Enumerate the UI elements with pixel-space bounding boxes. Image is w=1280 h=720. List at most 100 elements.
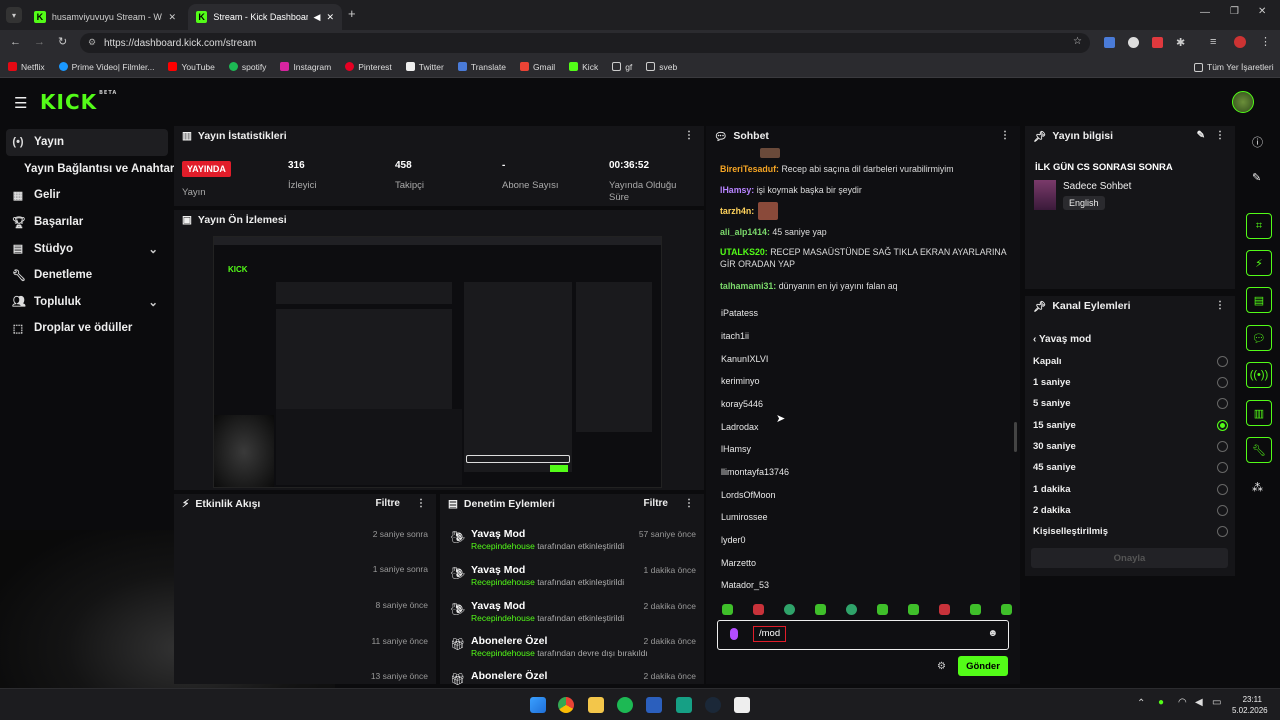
close-window-icon[interactable]: ✕: [1258, 6, 1266, 17]
send-button[interactable]: Gönder: [958, 656, 1008, 676]
app-icon[interactable]: [734, 697, 750, 713]
tab-kick-dashboard[interactable]: K Stream - Kick Dashboard ◀ ✕: [188, 4, 342, 30]
tab-kick-watch[interactable]: K husamviyuvuyu Stream - Watch ✕: [26, 4, 184, 30]
slow-mode-option[interactable]: 30 saniye: [1033, 441, 1228, 452]
emoji-icon[interactable]: ☻: [987, 628, 998, 639]
more-options-icon[interactable]: ⋮: [1215, 130, 1225, 141]
info-icon[interactable]: ⓘ: [1252, 134, 1263, 150]
profile-avatar-icon[interactable]: [1234, 36, 1246, 48]
slow-mode-option[interactable]: 15 saniye: [1033, 420, 1228, 431]
slow-mode-back-button[interactable]: ‹ Yavaş mod: [1033, 334, 1091, 345]
emote-icon[interactable]: [877, 604, 888, 615]
chevron-down-icon[interactable]: ⌄: [148, 295, 158, 309]
broadcast-icon[interactable]: ((•)): [1246, 362, 1272, 388]
sidebar-item-droplar[interactable]: ⬚ Droplar ve ödüller: [0, 315, 170, 342]
slow-mode-option[interactable]: 45 saniye: [1033, 462, 1228, 473]
stream-preview-video[interactable]: KICK: [213, 236, 662, 488]
extension-icon[interactable]: [1152, 37, 1163, 48]
emote-icon[interactable]: [908, 604, 919, 615]
mention-suggestion[interactable]: keriminyo: [721, 376, 760, 386]
more-options-icon[interactable]: ⋮: [684, 130, 694, 141]
slow-mode-option[interactable]: 1 dakika: [1033, 484, 1228, 495]
radio-button[interactable]: [1217, 484, 1228, 495]
sidebar-item-denetleme[interactable]: 🔧︎ Denetleme: [0, 262, 170, 289]
bookmark-youtube[interactable]: YouTube: [168, 62, 215, 72]
emote-icon[interactable]: [1001, 604, 1012, 615]
chevron-down-icon[interactable]: ⌄: [148, 242, 158, 256]
clock[interactable]: 23:11 5.02.2026: [1232, 694, 1268, 716]
microphone-icon[interactable]: [730, 628, 738, 640]
tray-chevron-up-icon[interactable]: ⌃: [1137, 698, 1145, 709]
slow-mode-option[interactable]: Kişiselleştirilmiş: [1033, 526, 1228, 537]
forward-icon[interactable]: →: [34, 36, 45, 48]
slow-mode-option[interactable]: 2 dakika: [1033, 505, 1228, 516]
translate-extension-icon[interactable]: [1104, 37, 1115, 48]
slow-mode-option[interactable]: Kapalı: [1033, 356, 1228, 367]
bookmark-folder-sveb[interactable]: sveb: [646, 62, 677, 72]
emote-icon[interactable]: [970, 604, 981, 615]
bookmark-star-icon[interactable]: ☆: [1073, 36, 1082, 47]
hamburger-menu-icon[interactable]: ☰: [14, 94, 27, 112]
bookmark-translate[interactable]: Translate: [457, 62, 506, 72]
media-control-icon[interactable]: ≡: [1210, 36, 1216, 48]
radio-button[interactable]: [1217, 441, 1228, 452]
extension-icon[interactable]: [1128, 37, 1139, 48]
more-options-icon[interactable]: ⋮: [1000, 130, 1010, 141]
sidebar-item-stream-key[interactable]: Yayın Bağlantısı ve Anahtarı: [0, 156, 178, 183]
mention-suggestion[interactable]: Lumirossee: [721, 512, 768, 522]
sidebar-item-basarilar[interactable]: 🏆︎ Başarılar: [0, 209, 170, 236]
mention-suggestion[interactable]: LordsOfMoon: [721, 490, 776, 500]
activity-filter-button[interactable]: Filtre: [376, 498, 400, 509]
layout-icon[interactable]: ▥: [1246, 400, 1272, 426]
chat-input-box[interactable]: /mod ☻: [717, 620, 1009, 650]
mention-suggestion[interactable]: itach1ii: [721, 331, 749, 341]
emote-icon[interactable]: [846, 604, 857, 615]
bookmark-pinterest[interactable]: Pinterest: [345, 62, 392, 72]
bookmark-netflix[interactable]: Netflix: [8, 62, 45, 72]
volume-icon[interactable]: ◀: [1195, 697, 1203, 708]
moderation-filter-button[interactable]: Filtre: [644, 498, 668, 509]
bookmark-spotify[interactable]: spotify: [228, 62, 266, 72]
battery-icon[interactable]: ▭: [1212, 697, 1221, 708]
emote-icon[interactable]: [722, 604, 733, 615]
chat-input[interactable]: /mod: [753, 626, 787, 642]
confirm-button[interactable]: Onayla: [1031, 548, 1228, 568]
chat-scrollbar[interactable]: [1014, 422, 1017, 452]
file-explorer-icon[interactable]: [588, 697, 604, 713]
chat-bubble-icon[interactable]: 💬︎: [1246, 325, 1272, 351]
wifi-icon[interactable]: ◠: [1178, 697, 1187, 708]
emote-icon[interactable]: [939, 604, 950, 615]
chat-settings-gear-icon[interactable]: ⚙: [937, 661, 946, 672]
slow-mode-option[interactable]: 5 saniye: [1033, 398, 1228, 409]
restore-icon[interactable]: ❐: [1230, 6, 1239, 17]
radio-button[interactable]: [1217, 398, 1228, 409]
emote-icon[interactable]: [753, 604, 764, 615]
slow-mode-option[interactable]: 1 saniye: [1033, 377, 1228, 388]
bookmark-twitter[interactable]: Twitter: [405, 62, 444, 72]
mention-suggestion[interactable]: iPatatess: [721, 308, 758, 318]
more-options-icon[interactable]: ⋮: [1215, 300, 1225, 311]
sidebar-item-gelir[interactable]: ▦ Gelir: [0, 182, 170, 209]
radio-button-selected[interactable]: [1217, 420, 1228, 431]
mention-suggestion[interactable]: KanunIXLVI: [721, 354, 768, 364]
close-icon[interactable]: ✕: [168, 12, 176, 23]
emote-icon[interactable]: [815, 604, 826, 615]
radio-button[interactable]: [1217, 356, 1228, 367]
clipboard-icon[interactable]: ▤: [1246, 287, 1272, 313]
bookmark-kick[interactable]: Kick: [569, 62, 598, 72]
mention-suggestion[interactable]: llimontayfa13746: [721, 467, 789, 477]
edit-pencil-icon[interactable]: ✎: [1252, 171, 1261, 184]
new-tab-icon[interactable]: +: [348, 6, 356, 21]
bookmark-gmail[interactable]: Gmail: [519, 62, 555, 72]
app-icon[interactable]: [676, 697, 692, 713]
mention-suggestion[interactable]: lyder0: [721, 535, 746, 545]
mention-suggestion[interactable]: Ladrodax: [721, 422, 759, 432]
steam-icon[interactable]: [705, 697, 721, 713]
user-avatar[interactable]: [1232, 91, 1254, 113]
windows-start-icon[interactable]: [530, 697, 546, 713]
chrome-icon[interactable]: [558, 697, 574, 713]
share-icon[interactable]: ⁂: [1252, 481, 1263, 494]
microphone-tray-icon[interactable]: ●: [1158, 697, 1164, 708]
radio-button[interactable]: [1217, 377, 1228, 388]
bookmark-instagram[interactable]: Instagram: [280, 62, 331, 72]
